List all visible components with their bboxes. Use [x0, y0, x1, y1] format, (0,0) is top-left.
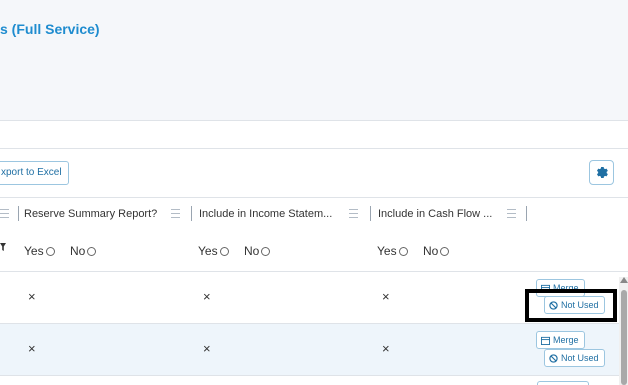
filter-funnel-icon[interactable]: [0, 243, 6, 251]
scroll-up-arrow-icon[interactable]: [620, 277, 628, 283]
page-title: s (Full Service): [0, 21, 100, 37]
filter-no-option[interactable]: No: [423, 244, 450, 258]
filter-yes-option[interactable]: Yes: [198, 244, 229, 258]
filter-yes-label: Yes: [24, 244, 44, 258]
not-used-label: Not Used: [561, 353, 599, 363]
filter-no-label: No: [244, 244, 260, 258]
cell-value: ×: [382, 289, 390, 304]
not-used-button[interactable]: Not Used: [544, 349, 605, 367]
ban-icon: [549, 353, 558, 363]
cell-value: ×: [203, 341, 211, 356]
radio-icon[interactable]: [87, 246, 97, 256]
filter-yes-label: Yes: [377, 244, 397, 258]
export-to-excel-button[interactable]: xport to Excel: [0, 161, 69, 185]
column-header-cash-flow[interactable]: Include in Cash Flow ...: [378, 199, 492, 229]
cell-value: ×: [382, 341, 390, 356]
filter-no-option[interactable]: No: [244, 244, 271, 258]
cell-value: ×: [28, 341, 36, 356]
column-menu-icon[interactable]: [171, 209, 180, 218]
column-separator[interactable]: [370, 206, 371, 221]
filter-no-label: No: [70, 244, 86, 258]
merge-label: Merge: [553, 335, 579, 345]
column-separator[interactable]: [191, 206, 192, 221]
table-row[interactable]: × × × Merge Not Used: [0, 324, 620, 376]
highlight-box: [525, 289, 617, 322]
column-separator[interactable]: [18, 206, 19, 221]
radio-icon[interactable]: [440, 246, 450, 256]
filter-yes-label: Yes: [198, 244, 218, 258]
filter-yes-option[interactable]: Yes: [377, 244, 408, 258]
grid-toolbar: xport to Excel: [0, 148, 628, 198]
radio-icon[interactable]: [45, 246, 55, 256]
cell-value: ×: [28, 289, 36, 304]
radio-icon[interactable]: [219, 246, 229, 256]
radio-icon[interactable]: [261, 246, 271, 256]
column-menu-icon[interactable]: [349, 209, 358, 218]
scrollbar-thumb[interactable]: [621, 290, 627, 385]
merge-button[interactable]: [537, 381, 589, 385]
filter-yes-option[interactable]: Yes: [24, 244, 55, 258]
cell-value: ×: [203, 289, 211, 304]
column-menu-icon[interactable]: [507, 209, 516, 218]
column-separator[interactable]: [526, 206, 527, 221]
gear-icon: [596, 166, 608, 179]
filter-no-label: No: [423, 244, 439, 258]
merge-button[interactable]: Merge: [536, 331, 585, 349]
radio-icon[interactable]: [398, 246, 408, 256]
column-menu-icon[interactable]: [0, 209, 9, 218]
settings-button[interactable]: [589, 160, 614, 185]
page-header: s (Full Service): [0, 0, 628, 121]
column-header-reserve-summary[interactable]: Reserve Summary Report?: [24, 199, 157, 229]
calendar-icon: [541, 336, 550, 345]
filter-no-option[interactable]: No: [70, 244, 97, 258]
column-header-income-statement[interactable]: Include in Income Statem...: [199, 199, 332, 229]
